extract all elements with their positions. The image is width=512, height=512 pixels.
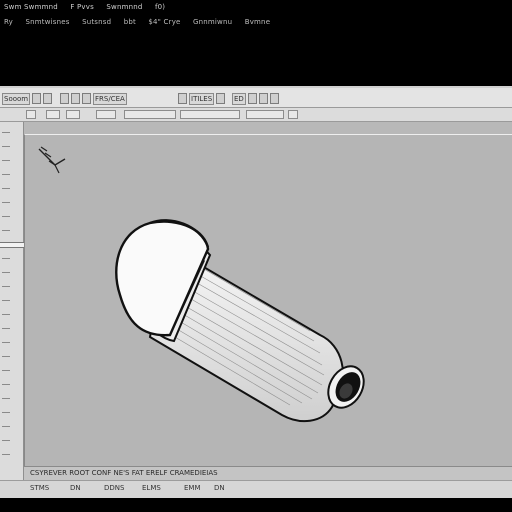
toolbar-label[interactable]: FRS/CEA — [93, 92, 127, 105]
cylinder-model[interactable] — [110, 175, 410, 435]
zoom-icon[interactable] — [216, 93, 226, 104]
linetype-select[interactable] — [246, 110, 284, 119]
main-toolbar: Sooom FRS/CEA ITILES ED — [0, 86, 512, 108]
layer-select[interactable] — [124, 110, 176, 119]
status-item[interactable]: DDNS — [104, 484, 124, 492]
status-bar: STMS DN DDNS ELMS EMM DN — [0, 480, 512, 498]
new-icon[interactable] — [32, 93, 42, 104]
screen-bottom — [0, 498, 512, 512]
menu-item[interactable]: F Pvvs — [70, 3, 94, 11]
command-text: CSYREVER ROOT CONF NE'S FAT ERELF CRAMED… — [30, 469, 218, 477]
cad-window: Sooom FRS/CEA ITILES ED CSYREVER ROOT CO… — [0, 86, 512, 512]
toolbar-group-edit: FRS/CEA — [60, 91, 127, 106]
toolbar-group-tools: ED — [232, 91, 279, 106]
layer-icon[interactable] — [26, 110, 36, 119]
menu-item[interactable]: Snmtwisnes — [25, 18, 69, 26]
pan-icon[interactable] — [258, 93, 268, 104]
view-icon[interactable] — [178, 93, 187, 104]
cut-icon[interactable] — [60, 93, 69, 104]
toolbar-group-view: ITILES — [178, 91, 226, 106]
menu-item[interactable]: Swm Swmmnd — [4, 3, 58, 11]
ruler-marker[interactable] — [0, 242, 24, 248]
paste-icon[interactable] — [82, 93, 91, 104]
status-item[interactable]: DN — [70, 484, 81, 492]
command-line[interactable]: CSYREVER ROOT CONF NE'S FAT ERELF CRAMED… — [24, 466, 512, 480]
properties-icon[interactable] — [288, 110, 298, 119]
open-icon[interactable] — [43, 93, 53, 104]
toolbar-label[interactable]: ITILES — [189, 92, 215, 105]
grid-icon[interactable] — [66, 110, 80, 119]
secondary-toolbar — [0, 108, 512, 122]
copy-icon[interactable] — [71, 93, 80, 104]
ortho-icon[interactable] — [96, 110, 116, 119]
style-select[interactable] — [180, 110, 240, 119]
fit-icon[interactable] — [269, 93, 279, 104]
menu-item[interactable]: Ry — [4, 18, 13, 26]
status-item[interactable]: EMM — [184, 484, 201, 492]
title-area: Swm Swmmnd F Pvvs Swnmnnd f0) Ry Snmtwis… — [0, 0, 512, 86]
menu-item[interactable]: Bvmne — [245, 18, 271, 26]
menu-item[interactable]: Gnnmiwnu — [193, 18, 232, 26]
status-item[interactable]: DN — [214, 484, 225, 492]
ucs-axis-icon — [38, 146, 66, 174]
menu-item[interactable]: $4" Crye — [148, 18, 180, 26]
vertical-ruler — [0, 122, 24, 512]
drawing-viewport[interactable] — [24, 134, 512, 468]
toolbar-label[interactable]: ED — [232, 92, 246, 105]
menu-item[interactable]: f0) — [155, 3, 165, 11]
menu-bar: Swm Swmmnd F Pvvs Swnmnnd f0) — [4, 3, 175, 11]
snap-icon[interactable] — [46, 110, 60, 119]
status-item[interactable]: STMS — [30, 484, 49, 492]
menu-item[interactable]: bbt — [124, 18, 136, 26]
rotate-icon[interactable] — [247, 93, 257, 104]
menu-item[interactable]: Swnmnnd — [106, 3, 142, 11]
toolbar-label[interactable]: Sooom — [2, 92, 31, 105]
menu-bar-secondary: Ry Snmtwisnes Sutsnsd bbt $4" Crye Gnnmi… — [4, 18, 280, 26]
menu-item[interactable]: Sutsnsd — [82, 18, 111, 26]
status-item[interactable]: ELMS — [142, 484, 161, 492]
toolbar-group-file: Sooom — [2, 91, 53, 106]
